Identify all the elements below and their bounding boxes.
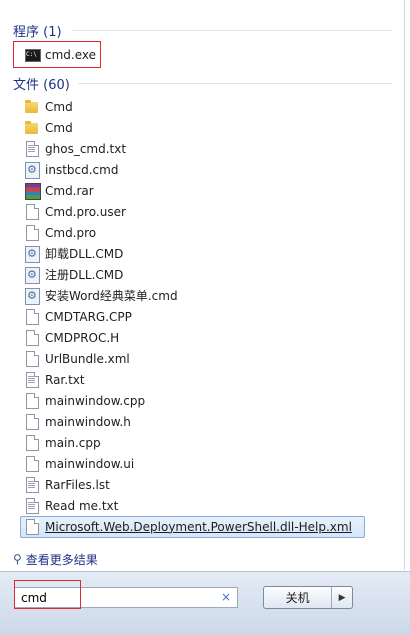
- result-item[interactable]: Rar.txt: [24, 369, 85, 390]
- result-item-label: Microsoft.Web.Deployment.PowerShell.dll-…: [45, 519, 352, 534]
- result-item[interactable]: CMDPROC.H: [24, 327, 119, 348]
- chevron-right-icon: ▶: [338, 592, 346, 603]
- result-item[interactable]: Read me.txt: [24, 495, 118, 516]
- result-item[interactable]: main.cpp: [24, 432, 101, 453]
- clear-search-icon[interactable]: ×: [221, 590, 231, 604]
- result-item-label: Cmd: [45, 99, 73, 114]
- result-item[interactable]: mainwindow.ui: [24, 453, 134, 474]
- result-item[interactable]: 安装Word经典菜单.cmd: [24, 285, 178, 306]
- result-item-label: Rar.txt: [45, 372, 85, 387]
- result-item[interactable]: RarFiles.lst: [24, 474, 110, 495]
- blank-file-icon: [24, 308, 40, 325]
- programs-group-header[interactable]: 程序 (1): [13, 21, 62, 40]
- highlight-box-program: [13, 41, 101, 68]
- blank-file-icon: [24, 224, 40, 241]
- result-item-label: CMDTARG.CPP: [45, 309, 132, 324]
- shutdown-button[interactable]: 关机: [264, 587, 333, 608]
- result-item[interactable]: UrlBundle.xml: [24, 348, 130, 369]
- result-item-label: 安装Word经典菜单.cmd: [45, 289, 178, 303]
- result-item-label: ghos_cmd.txt: [45, 141, 127, 156]
- blank-file-icon: [24, 392, 40, 409]
- result-item-label: Cmd.pro.user: [45, 204, 126, 219]
- script-file-icon: [24, 266, 40, 284]
- blank-file-icon: [24, 350, 40, 367]
- blank-file-icon: [24, 203, 40, 220]
- see-more-results-link[interactable]: ⚲ 查看更多结果: [13, 551, 98, 567]
- result-item[interactable]: CMDTARG.CPP: [24, 306, 132, 327]
- result-item-label: main.cpp: [45, 435, 101, 450]
- shutdown-label: 关机: [285, 591, 310, 605]
- blank-file-icon: [24, 518, 40, 535]
- blank-file-icon: [24, 455, 40, 472]
- result-item-label: Cmd.rar: [45, 183, 94, 198]
- script-file-icon: [24, 161, 40, 179]
- result-item[interactable]: Cmd.pro: [24, 222, 96, 243]
- result-item-label: RarFiles.lst: [45, 477, 110, 492]
- files-divider: [78, 83, 392, 84]
- result-item-label: mainwindow.cpp: [45, 393, 146, 408]
- result-item-label: Cmd: [45, 120, 73, 135]
- result-item-label: Read me.txt: [45, 498, 119, 513]
- script-file-icon: [24, 287, 40, 305]
- result-item-label: UrlBundle.xml: [45, 351, 130, 366]
- result-item[interactable]: ghos_cmd.txt: [24, 138, 126, 159]
- rar-archive-icon: [24, 182, 41, 200]
- result-item-label: CMDPROC.H: [45, 330, 120, 345]
- result-item-label: mainwindow.h: [45, 414, 131, 429]
- shutdown-button-group: 关机 ▶: [263, 586, 353, 609]
- highlight-box-search: [14, 580, 81, 609]
- script-file-icon: [24, 245, 40, 263]
- text-file-icon: [24, 371, 40, 388]
- result-item[interactable]: Cmd: [24, 96, 73, 117]
- result-item-label: 卸载DLL.CMD: [45, 247, 124, 261]
- text-file-icon: [24, 140, 40, 157]
- result-item[interactable]: Cmd.rar: [24, 180, 94, 201]
- blank-file-icon: [24, 413, 40, 430]
- result-item-label: Cmd.pro: [45, 225, 97, 240]
- text-file-icon: [24, 476, 40, 493]
- result-item-label: instbcd.cmd: [45, 162, 119, 177]
- search-icon: ⚲: [13, 552, 22, 566]
- shutdown-options-button[interactable]: ▶: [332, 587, 352, 608]
- blank-file-icon: [24, 329, 40, 346]
- result-item[interactable]: 注册DLL.CMD: [24, 264, 123, 285]
- start-menu-results-pane: 程序 (1) C:\ cmd.exe 文件 (60) Cmd Cmd ghos_…: [0, 0, 405, 570]
- programs-divider: [72, 30, 392, 31]
- result-item-label: mainwindow.ui: [45, 456, 135, 471]
- text-file-icon: [24, 497, 40, 514]
- blank-file-icon: [24, 434, 40, 451]
- result-item-selected[interactable]: Microsoft.Web.Deployment.PowerShell.dll-…: [24, 516, 352, 537]
- folder-icon: [24, 120, 40, 136]
- result-item[interactable]: Cmd.pro.user: [24, 201, 126, 222]
- files-group-header[interactable]: 文件 (60): [13, 74, 70, 93]
- result-item[interactable]: mainwindow.h: [24, 411, 131, 432]
- result-item[interactable]: mainwindow.cpp: [24, 390, 145, 411]
- result-item[interactable]: 卸载DLL.CMD: [24, 243, 123, 264]
- see-more-label: 查看更多结果: [25, 552, 98, 567]
- result-item[interactable]: Cmd: [24, 117, 73, 138]
- folder-icon: [24, 99, 40, 115]
- result-item-label: 注册DLL.CMD: [45, 268, 124, 282]
- result-item[interactable]: instbcd.cmd: [24, 159, 118, 180]
